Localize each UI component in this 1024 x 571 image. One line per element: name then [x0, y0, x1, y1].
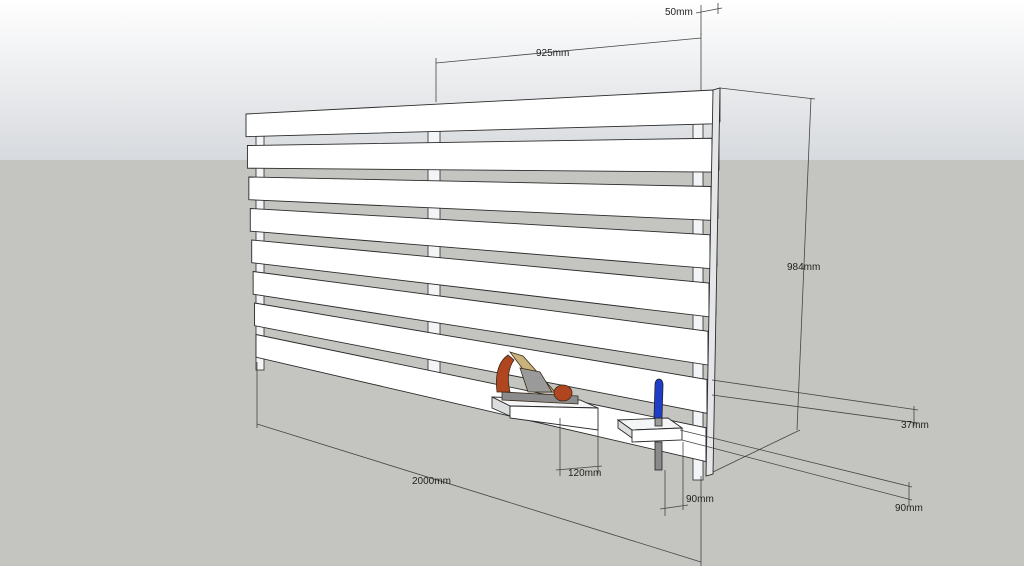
- dim-label-120: 120mm: [568, 468, 601, 479]
- chisel-blade: [654, 441, 663, 471]
- dim-label-984: 984mm: [787, 262, 820, 273]
- sketchup-viewport: 50mm 925mm 984mm 37mm 120mm 90mm 90mm 20…: [0, 0, 1024, 566]
- dim-label-37: 37mm: [901, 420, 929, 431]
- chisel-handle: [653, 378, 664, 419]
- model-scene: 50mm 925mm 984mm 37mm 120mm 90mm 90mm 20…: [0, 0, 1024, 566]
- chisel-holder-face: [631, 427, 683, 443]
- dim-label-2000: 2000mm: [412, 476, 451, 487]
- sky: [0, 0, 1024, 160]
- dim-label-90-bottom: 90mm: [686, 494, 714, 505]
- dim-label-90-right: 90mm: [895, 503, 923, 514]
- chisel-ferrule: [654, 417, 663, 427]
- plane-front-knob: [553, 384, 573, 402]
- chisel-icon: [653, 378, 664, 471]
- dim-label-925: 925mm: [536, 48, 569, 59]
- dim-label-50: 50mm: [665, 7, 693, 18]
